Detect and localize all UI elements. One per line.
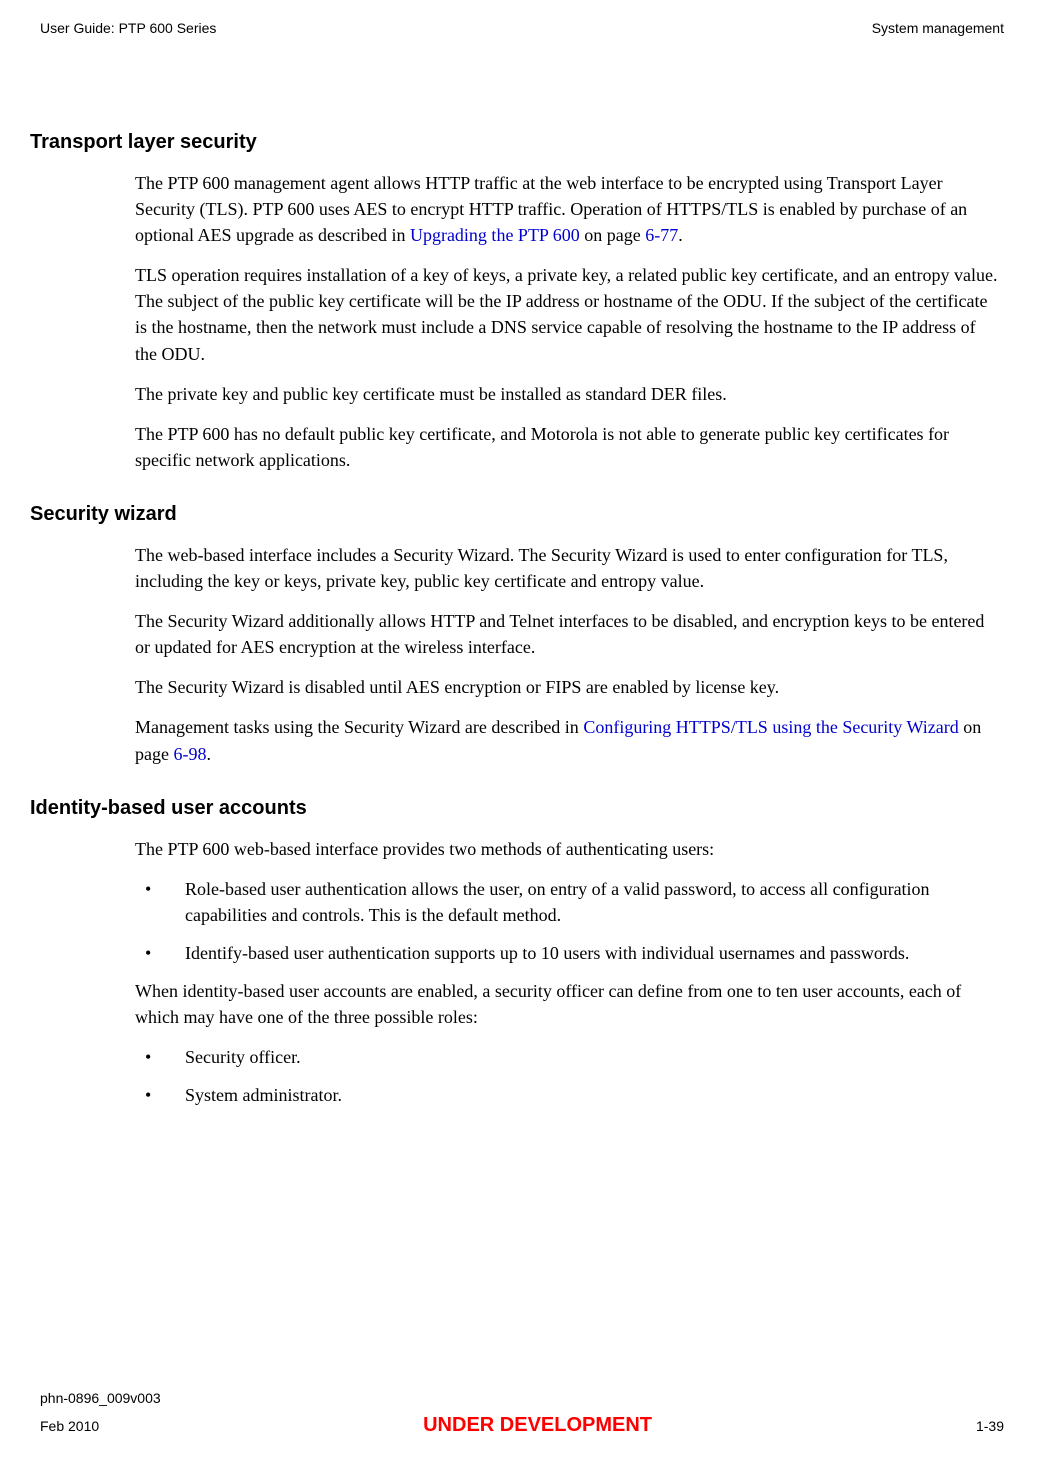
list-item: System administrator. — [135, 1082, 999, 1108]
link-page-6-77[interactable]: 6-77 — [645, 225, 678, 245]
section2-p2: The Security Wizard additionally allows … — [135, 608, 999, 660]
section3-p1: The PTP 600 web-based interface provides… — [135, 836, 999, 862]
section1-p1-mid: on page — [580, 225, 645, 245]
content-section1: The PTP 600 management agent allows HTTP… — [135, 170, 999, 473]
heading-transport-layer-security: Transport layer security — [30, 131, 1004, 154]
section1-p4: The PTP 600 has no default public key ce… — [135, 421, 999, 473]
section1-p1: The PTP 600 management agent allows HTTP… — [135, 170, 999, 248]
section2-p4-before: Management tasks using the Security Wiza… — [135, 717, 583, 737]
content-section2: The web-based interface includes a Secur… — [135, 542, 999, 767]
heading-identity-based-user-accounts: Identity-based user accounts — [30, 797, 1004, 820]
header-right: System management — [872, 20, 1004, 36]
section3-bullet-list-1: Role-based user authentication allows th… — [135, 876, 999, 966]
section1-p1-after: . — [678, 225, 683, 245]
section2-p4: Management tasks using the Security Wiza… — [135, 714, 999, 766]
section1-p2: TLS operation requires installation of a… — [135, 262, 999, 366]
page-footer: phn-0896_009v003 Feb 2010 UNDER DEVELOPM… — [40, 1390, 1004, 1437]
section2-p3: The Security Wizard is disabled until AE… — [135, 674, 999, 700]
footer-doc-id: phn-0896_009v003 — [40, 1390, 1004, 1406]
list-item: Security officer. — [135, 1044, 999, 1070]
footer-date: Feb 2010 — [40, 1418, 99, 1434]
footer-status: UNDER DEVELOPMENT — [423, 1414, 652, 1437]
section3-p2: When identity-based user accounts are en… — [135, 978, 999, 1030]
footer-bottom-row: Feb 2010 UNDER DEVELOPMENT 1-39 — [40, 1414, 1004, 1437]
link-upgrading-ptp600[interactable]: Upgrading the PTP 600 — [410, 225, 580, 245]
section3-bullet-list-2: Security officer. System administrator. — [135, 1044, 999, 1108]
link-page-6-98[interactable]: 6-98 — [173, 744, 206, 764]
header-left: User Guide: PTP 600 Series — [40, 20, 216, 36]
section2-p1: The web-based interface includes a Secur… — [135, 542, 999, 594]
list-item: Role-based user authentication allows th… — [135, 876, 999, 928]
footer-page-number: 1-39 — [976, 1418, 1004, 1434]
section2-p4-after: . — [206, 744, 211, 764]
page-header: User Guide: PTP 600 Series System manage… — [40, 20, 1004, 36]
section1-p3: The private key and public key certifica… — [135, 381, 999, 407]
heading-security-wizard: Security wizard — [30, 503, 1004, 526]
content-section3: The PTP 600 web-based interface provides… — [135, 836, 999, 1109]
link-configuring-https-tls[interactable]: Configuring HTTPS/TLS using the Security… — [583, 717, 958, 737]
list-item: Identify-based user authentication suppo… — [135, 940, 999, 966]
